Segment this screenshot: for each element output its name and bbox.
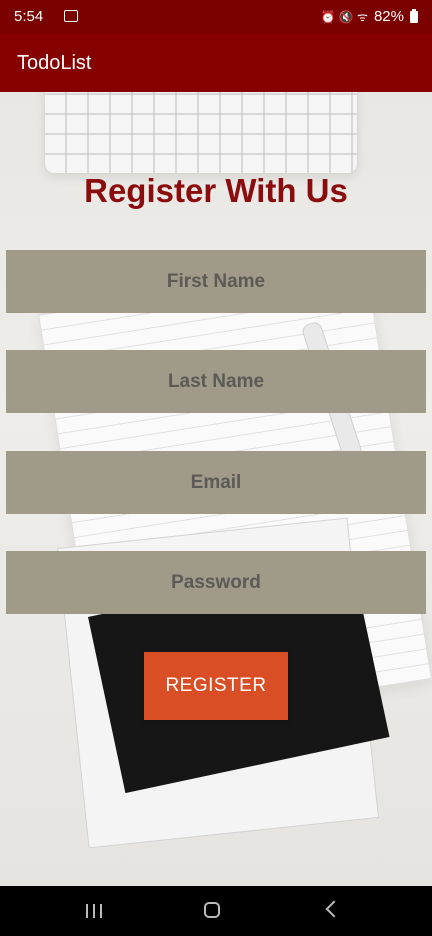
system-nav-bar bbox=[0, 886, 432, 936]
last-name-input[interactable] bbox=[6, 350, 426, 413]
password-input[interactable] bbox=[6, 551, 426, 614]
background-keyboard-image bbox=[44, 92, 358, 174]
status-time: 5:54 bbox=[14, 8, 44, 25]
app-bar: TodoList bbox=[0, 34, 432, 92]
image-notification-icon bbox=[64, 10, 78, 22]
status-bar: 5:54 ⏰ 🔇 ᯤ 82% bbox=[0, 0, 432, 34]
battery-percentage: 82% bbox=[373, 8, 404, 25]
email-input[interactable] bbox=[6, 451, 426, 514]
app-title: TodoList bbox=[17, 52, 92, 74]
alarm-mute-wifi-signal-icons: ⏰ 🔇 ᯤ bbox=[320, 10, 368, 24]
home-icon[interactable] bbox=[204, 902, 220, 918]
register-button[interactable]: REGISTER bbox=[144, 652, 288, 720]
back-icon[interactable] bbox=[325, 900, 343, 918]
recent-apps-icon[interactable] bbox=[86, 904, 102, 918]
battery-icon bbox=[410, 8, 418, 23]
status-indicators: ⏰ 🔇 ᯤ 82% bbox=[320, 8, 418, 25]
page-title: Register With Us bbox=[84, 172, 348, 209]
register-screen: Register With Us REGISTER bbox=[0, 92, 432, 886]
first-name-input[interactable] bbox=[6, 250, 426, 313]
